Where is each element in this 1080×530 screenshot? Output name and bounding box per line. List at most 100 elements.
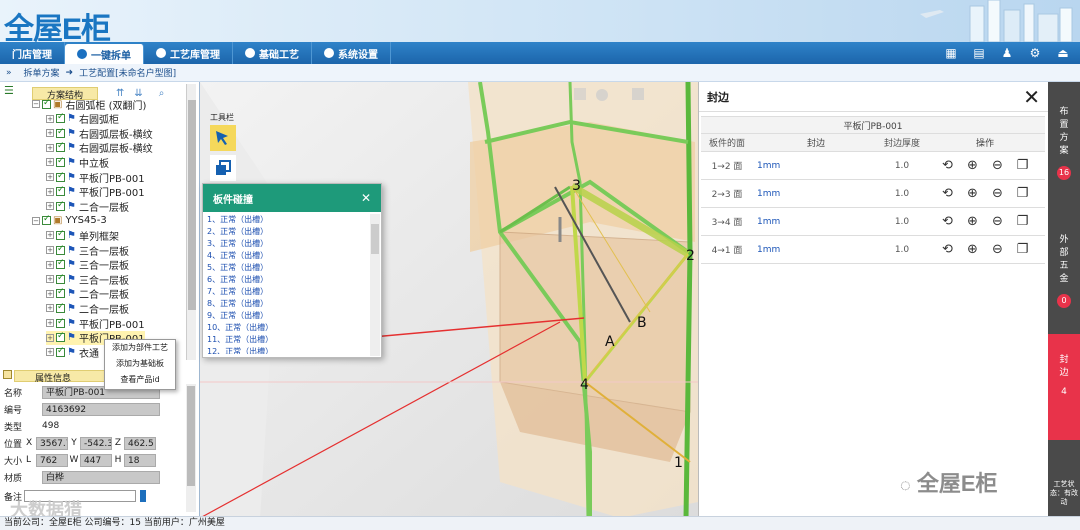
breadcrumb-item-plan[interactable]: 拆单方案: [24, 66, 60, 79]
tree-item[interactable]: + ⚑二合一层板: [46, 199, 129, 214]
add-icon[interactable]: ⊕: [965, 158, 980, 173]
add-icon[interactable]: ⊕: [965, 186, 980, 201]
tree-item[interactable]: + ⚑单列框架: [46, 228, 119, 243]
remark-button[interactable]: [140, 490, 146, 502]
history-icon[interactable]: ⟲: [940, 158, 955, 173]
material-field[interactable]: 白桦: [42, 470, 160, 484]
expand-toggle-icon[interactable]: −: [32, 100, 40, 108]
tree-checkbox[interactable]: [56, 273, 65, 284]
select-arrow-button[interactable]: [210, 125, 236, 151]
pos-z-field[interactable]: 462.5: [124, 436, 156, 450]
copy-icon[interactable]: ❐: [1015, 158, 1030, 173]
expand-toggle-icon[interactable]: +: [46, 143, 54, 152]
tree-scrollbar[interactable]: [186, 84, 196, 360]
copy-icon[interactable]: ❐: [1015, 214, 1030, 229]
copy-icon[interactable]: ❐: [1015, 186, 1030, 201]
tab-store-management[interactable]: 门店管理: [0, 42, 65, 64]
tree-checkbox[interactable]: [56, 331, 65, 343]
tree-checkbox[interactable]: [42, 98, 51, 109]
menu-icon[interactable]: ☰: [4, 84, 14, 97]
tree-checkbox[interactable]: [56, 317, 65, 328]
tree-item[interactable]: + ⚑平板门PB-001: [46, 185, 145, 199]
expand-toggle-icon[interactable]: +: [46, 173, 54, 181]
pos-x-field[interactable]: 3567.7: [36, 436, 68, 450]
pan-icon[interactable]: [574, 88, 586, 100]
collision-item[interactable]: 10、正常（出槽）: [207, 322, 371, 334]
history-icon[interactable]: ⟲: [940, 242, 955, 257]
calculator-icon[interactable]: ▦: [942, 44, 960, 62]
expand-toggle-icon[interactable]: +: [46, 114, 54, 123]
collision-scrollbar[interactable]: [370, 214, 380, 356]
remove-icon[interactable]: ⊖: [990, 214, 1005, 229]
tab-craft-library[interactable]: 工艺库管理: [144, 42, 233, 64]
edge-cell[interactable]: 1mm: [753, 245, 879, 255]
remove-icon[interactable]: ⊖: [990, 242, 1005, 257]
tree-checkbox[interactable]: [42, 214, 51, 226]
tree-checkbox[interactable]: [56, 141, 65, 153]
tree-checkbox[interactable]: [56, 302, 65, 313]
menu-item-add-base-board[interactable]: 添加为基础板: [105, 356, 175, 372]
expand-toggle-icon[interactable]: +: [46, 187, 54, 196]
add-icon[interactable]: ⊕: [965, 242, 980, 257]
tree-item[interactable]: + ⚑二合一层板: [46, 301, 129, 316]
tree-item[interactable]: + ⚑平板门PB-001: [46, 170, 145, 185]
tree-item[interactable]: + ⚑右圆弧柜: [46, 112, 119, 126]
expand-toggle-icon[interactable]: +: [46, 333, 54, 342]
tree-item[interactable]: + ⚑右圆弧层板-横纹: [46, 141, 153, 155]
expand-toggle-icon[interactable]: +: [46, 158, 54, 167]
logout-icon[interactable]: ⏏: [1054, 44, 1072, 62]
tab-basic-craft[interactable]: 基础工艺: [233, 42, 312, 64]
tree-checkbox[interactable]: [56, 185, 65, 197]
tree-checkbox[interactable]: [56, 112, 65, 124]
collision-item[interactable]: 9、正常（出槽）: [207, 310, 371, 322]
collision-item[interactable]: 6、正常（出槽）: [207, 274, 371, 286]
search-icon[interactable]: ⌕: [159, 88, 165, 99]
sidebar-item-hardware[interactable]: 外部五金 0: [1048, 234, 1080, 308]
tree-checkbox[interactable]: [56, 346, 65, 357]
expand-toggle-icon[interactable]: +: [46, 202, 54, 211]
tree-item[interactable]: + ⚑三合一层板: [46, 272, 129, 287]
tree-checkbox[interactable]: [56, 229, 65, 240]
collision-item[interactable]: 7、正常（出槽）: [207, 286, 371, 298]
edge-cell[interactable]: 1mm: [753, 161, 879, 171]
document-icon[interactable]: ▤: [970, 44, 988, 62]
tree-checkbox[interactable]: [56, 127, 65, 138]
close-icon[interactable]: ✕: [361, 191, 371, 205]
collision-item[interactable]: 12、正常（出槽）: [207, 346, 371, 354]
history-icon[interactable]: ⟲: [940, 186, 955, 201]
remove-icon[interactable]: ⊖: [990, 186, 1005, 201]
collision-item[interactable]: 1、正常（出槽）: [207, 214, 371, 226]
expand-toggle-icon[interactable]: +: [46, 289, 54, 298]
add-icon[interactable]: ⊕: [965, 214, 980, 229]
tree-checkbox[interactable]: [56, 156, 65, 167]
collision-item[interactable]: 8、正常（出槽）: [207, 298, 371, 310]
expand-toggle-icon[interactable]: +: [46, 246, 54, 254]
sidebar-item-layout[interactable]: 布置方案 16: [1048, 106, 1080, 180]
remove-icon[interactable]: ⊖: [990, 158, 1005, 173]
history-icon[interactable]: ⟲: [940, 214, 955, 229]
tree-checkbox[interactable]: [56, 200, 65, 211]
tree-checkbox[interactable]: [56, 244, 65, 255]
collision-item[interactable]: 2、正常（出槽）: [207, 226, 371, 238]
copy-icon[interactable]: ❐: [1015, 242, 1030, 257]
attr-scrollbar[interactable]: [186, 384, 196, 512]
expand-toggle-icon[interactable]: +: [46, 129, 54, 138]
tree-item[interactable]: + ⚑右圆弧层板-横纹: [46, 126, 153, 141]
camera-icon[interactable]: [596, 89, 608, 101]
size-w-field[interactable]: 447: [80, 453, 112, 467]
sidebar-item-edge[interactable]: 封边 4: [1048, 334, 1080, 440]
expand-toggle-icon[interactable]: +: [46, 348, 54, 357]
users-icon[interactable]: ♟: [998, 44, 1016, 62]
tab-one-click-split[interactable]: 一键拆单: [65, 44, 144, 64]
edge-cell[interactable]: 1mm: [753, 189, 879, 199]
expand-toggle-icon[interactable]: +: [46, 304, 54, 313]
tree-item[interactable]: + ⚑中立板: [46, 155, 109, 170]
expand-toggle-icon[interactable]: +: [46, 260, 54, 269]
tree-item[interactable]: + ⚑衣通: [46, 345, 99, 360]
edge-cell[interactable]: 1mm: [753, 217, 879, 227]
size-l-field[interactable]: 762: [36, 453, 68, 467]
collision-item[interactable]: 5、正常（出槽）: [207, 262, 371, 274]
menu-item-add-part-craft[interactable]: 添加为部件工艺: [105, 340, 175, 356]
expand-toggle-icon[interactable]: +: [46, 319, 54, 327]
tree-checkbox[interactable]: [56, 171, 65, 182]
